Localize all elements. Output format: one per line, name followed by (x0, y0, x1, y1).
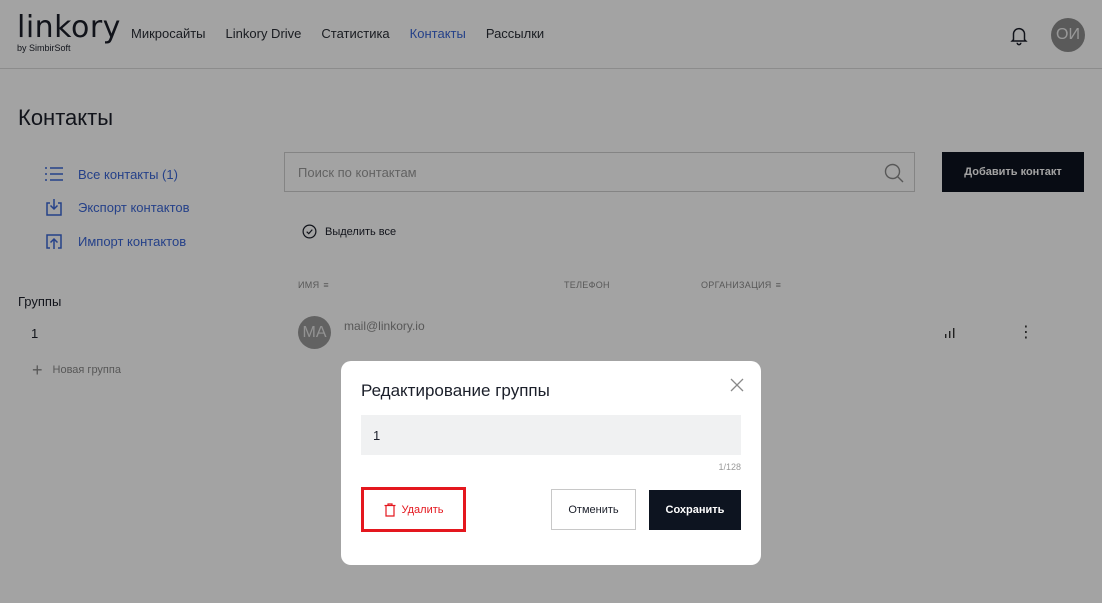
save-button[interactable]: Сохранить (649, 490, 741, 530)
delete-label: Удалить (401, 503, 444, 516)
close-icon[interactable] (729, 377, 745, 393)
cancel-button[interactable]: Отменить (551, 489, 636, 530)
delete-button[interactable]: Удалить (361, 487, 466, 532)
trash-icon (384, 502, 395, 517)
group-name-input[interactable] (361, 415, 741, 455)
modal-title: Редактирование группы (361, 381, 550, 400)
group-name-field (361, 415, 741, 455)
edit-group-modal: Редактирование группы 1/128 Удалить Отме… (341, 361, 761, 565)
char-counter: 1/128 (718, 462, 741, 472)
